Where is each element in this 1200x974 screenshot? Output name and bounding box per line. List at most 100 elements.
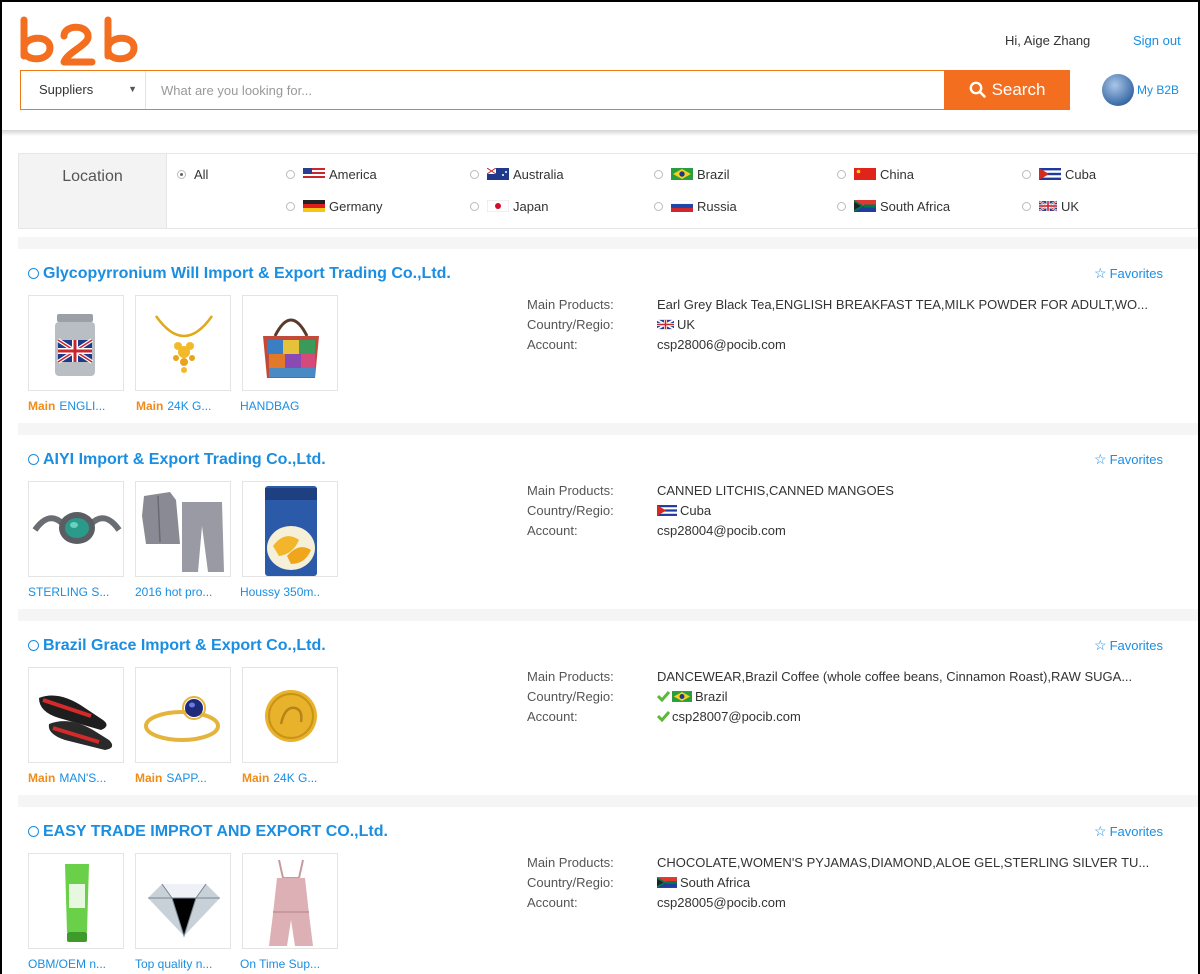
product-caption-link[interactable]: On Time Sup... (240, 957, 320, 971)
product-caption-link[interactable]: STERLING S... (28, 585, 109, 599)
search-bar: Suppliers ▼ Search (20, 70, 1070, 110)
location-option-australia[interactable]: Australia (470, 167, 564, 182)
tea-tin-icon (55, 314, 95, 376)
location-option-japan[interactable]: Japan (470, 199, 548, 214)
radio-checked-icon (177, 170, 186, 179)
search-type-value: Suppliers (39, 82, 94, 97)
company-name-link[interactable]: AIYI Import & Export Trading Co.,Ltd. (28, 451, 326, 469)
main-badge: Main (28, 771, 56, 785)
cuba-flag-icon (1039, 168, 1061, 180)
australia-flag-icon (487, 168, 509, 180)
product-caption-link[interactable]: Main 24K G... (242, 771, 317, 785)
product-caption-link[interactable]: OBM/OEM n... (28, 957, 106, 971)
location-option-brazil[interactable]: Brazil (654, 167, 730, 182)
company-name: Brazil Grace Import & Export Co.,Ltd. (43, 637, 326, 654)
search-type-select[interactable]: Suppliers ▼ (21, 71, 146, 109)
china-flag-icon (854, 168, 876, 180)
product-thumbnail[interactable] (28, 481, 124, 577)
product-caption-link[interactable]: HANDBAG (240, 399, 299, 413)
favorites-button[interactable]: ☆ Favorites (1094, 451, 1163, 468)
option-label: All (194, 167, 209, 182)
location-option-south-africa[interactable]: South Africa (837, 199, 950, 214)
globe-avatar-icon (1102, 74, 1134, 106)
product-caption-link[interactable]: Main 24K G... (136, 399, 211, 413)
verified-check-icon (657, 711, 670, 722)
location-option-russia[interactable]: Russia (654, 199, 737, 214)
product-caption-link[interactable]: Main MAN'S... (28, 771, 106, 785)
product-thumbnail[interactable] (242, 853, 338, 949)
sapphire-ring-icon (144, 696, 220, 742)
account-label: Account: (527, 709, 578, 724)
product-caption: HANDBAG (240, 399, 300, 413)
main-products-label: Main Products: (527, 483, 614, 498)
country-label: Country/Regio: (527, 875, 614, 890)
account-value: csp28006@pocib.com (657, 337, 786, 352)
company-name: EASY TRADE IMPROT AND EXPORT CO.,Ltd. (43, 823, 388, 840)
product-caption-link[interactable]: Houssy 350m.. (240, 585, 320, 599)
country-value: Cuba (657, 503, 711, 518)
product-thumbnail[interactable] (28, 295, 124, 391)
country-label: Country/Regio: (527, 689, 614, 704)
account-value: csp28007@pocib.com (657, 709, 801, 724)
radio-icon (837, 202, 846, 211)
product-thumbnail[interactable] (135, 295, 231, 391)
company-name-link[interactable]: Glycopyrronium Will Import & Export Trad… (28, 265, 451, 283)
supplier-card: Glycopyrronium Will Import & Export Trad… (18, 249, 1198, 435)
supplier-badge-icon (28, 454, 39, 465)
page-frame: Hi, Aige Zhang Sign out Suppliers ▼ Sear… (0, 0, 1200, 974)
search-button[interactable]: Search (944, 70, 1070, 110)
company-name-link[interactable]: Brazil Grace Import & Export Co.,Ltd. (28, 637, 326, 655)
favorites-button[interactable]: ☆ Favorites (1094, 637, 1163, 654)
my-b2b-label: My B2B (1137, 83, 1180, 97)
pajamas-icon (142, 492, 224, 572)
product-thumbnail[interactable] (242, 481, 338, 577)
location-option-germany[interactable]: Germany (286, 199, 382, 214)
favorites-button[interactable]: ☆ Favorites (1094, 823, 1163, 840)
company-name-link[interactable]: EASY TRADE IMPROT AND EXPORT CO.,Ltd. (28, 823, 388, 841)
product-caption-link[interactable]: 2016 hot pro... (135, 585, 212, 599)
b2b-logo[interactable] (18, 14, 142, 70)
product-thumbnail[interactable] (28, 667, 124, 763)
product-caption: On Time Sup... (240, 957, 321, 971)
country-name: UK (677, 317, 696, 332)
radio-icon (1022, 170, 1031, 179)
user-greeting: Hi, Aige Zhang (1005, 33, 1091, 48)
favorites-label: Favorites (1109, 452, 1164, 467)
account-label: Account: (527, 895, 578, 910)
favorites-label: Favorites (1109, 638, 1164, 653)
option-label: South Africa (880, 199, 951, 214)
product-thumbnail[interactable] (135, 853, 231, 949)
country-name: Cuba (680, 503, 712, 518)
product-thumbnail[interactable] (135, 667, 231, 763)
location-option-china[interactable]: China (837, 167, 914, 182)
radio-icon (837, 170, 846, 179)
account-label: Account: (527, 523, 578, 538)
product-caption-link[interactable]: Main SAPP... (135, 771, 207, 785)
product-caption-link[interactable]: Top quality n... (135, 957, 212, 971)
product-caption: 24K G... (167, 399, 212, 413)
main-badge: Main (242, 771, 270, 785)
sign-out-link[interactable]: Sign out (1133, 33, 1181, 48)
search-input[interactable] (147, 71, 943, 109)
product-thumbnail[interactable] (135, 481, 231, 577)
option-label: China (880, 167, 914, 182)
product-thumbnail[interactable] (242, 295, 338, 391)
product-caption: OBM/OEM n... (28, 957, 107, 971)
gold-coin-icon (265, 690, 317, 742)
germany-flag-icon (303, 200, 325, 212)
country-value: UK (657, 317, 695, 332)
location-option-cuba[interactable]: Cuba (1022, 167, 1096, 182)
product-thumbnail[interactable] (242, 667, 338, 763)
location-option-all[interactable]: All (177, 167, 208, 182)
location-option-america[interactable]: America (286, 167, 377, 182)
favorites-button[interactable]: ☆ Favorites (1094, 265, 1163, 282)
supplier-badge-icon (28, 826, 39, 837)
location-option-uk[interactable]: UK (1022, 199, 1079, 214)
main-products-label: Main Products: (527, 855, 614, 870)
country-name: Brazil (695, 689, 728, 704)
product-thumbnail[interactable] (28, 853, 124, 949)
account-label: Account: (527, 337, 578, 352)
option-label: Germany (329, 199, 383, 214)
product-caption-link[interactable]: Main ENGLI... (28, 399, 105, 413)
bracelet-icon (32, 512, 122, 544)
